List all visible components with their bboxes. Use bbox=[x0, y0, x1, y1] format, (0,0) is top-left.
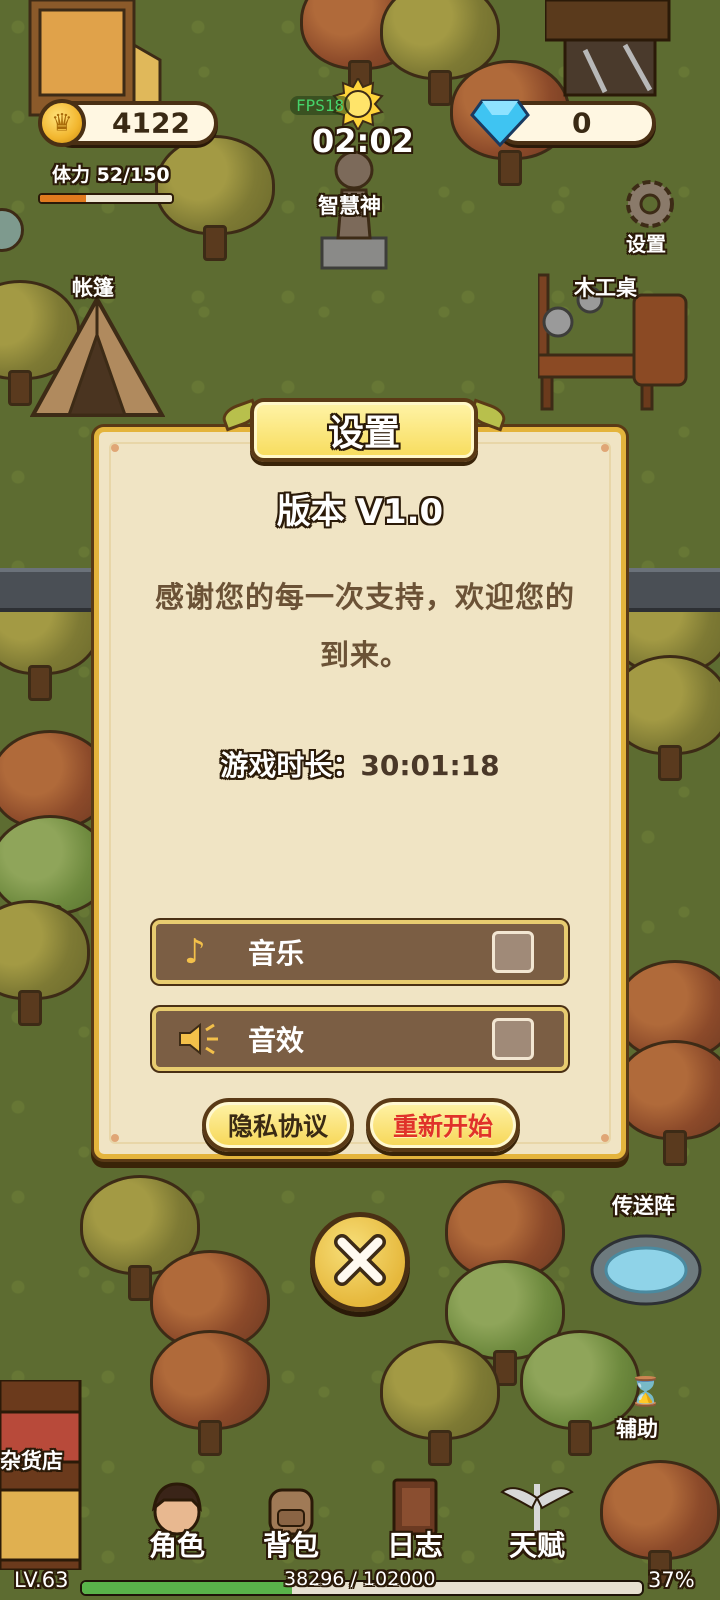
dialog-title-plate: 设置 bbox=[250, 398, 478, 462]
day-timer: 02:02 bbox=[312, 122, 414, 160]
nav-journal-label: 日志 bbox=[386, 1529, 443, 1562]
privacy-policy-label: 隐私协议 bbox=[227, 1112, 328, 1141]
hourglass-icon: ⌛ bbox=[628, 1375, 663, 1408]
corner-dot bbox=[111, 444, 119, 452]
corner-dot bbox=[111, 1134, 119, 1142]
settings-gear-label: 设置 bbox=[626, 232, 666, 256]
thanks-message: 感谢您的每一次支持，欢迎您的到来。 bbox=[154, 580, 575, 672]
restart-label: 重新开始 bbox=[392, 1112, 493, 1141]
level-label: LV.63 bbox=[14, 1568, 69, 1592]
tree bbox=[610, 655, 720, 785]
tent[interactable] bbox=[29, 294, 166, 420]
diamond-icon bbox=[470, 97, 530, 148]
sfx-checkbox[interactable] bbox=[492, 1018, 534, 1060]
version-label: 版本 V1.0 bbox=[276, 492, 444, 532]
stone-wall bbox=[624, 568, 720, 612]
xp-fill bbox=[82, 1582, 292, 1594]
nav-talent[interactable]: 天赋 bbox=[482, 1478, 592, 1568]
xp-section: LV.63 38296 / 102000 37% bbox=[0, 1568, 720, 1600]
playtime: 游戏时长：30:01:18 bbox=[99, 744, 621, 784]
tent-label: 帐篷 bbox=[72, 276, 114, 300]
playtime-value: 30:01:18 bbox=[360, 749, 500, 782]
nav-backpack[interactable]: 背包 bbox=[236, 1478, 346, 1568]
stamina-label: 体力 52/150 bbox=[52, 164, 170, 186]
tree bbox=[380, 1340, 500, 1470]
fps-counter: FPS18 bbox=[290, 96, 351, 115]
corner-dot bbox=[601, 1134, 609, 1142]
corner-dot bbox=[601, 444, 609, 452]
gold-coin-icon bbox=[38, 99, 86, 147]
sfx-row[interactable]: 音效 bbox=[152, 1007, 568, 1071]
shop-label: 杂货店 bbox=[0, 1449, 63, 1473]
settings-gear-button[interactable]: 设置 bbox=[618, 176, 682, 256]
assist-label: 辅助 bbox=[616, 1417, 658, 1441]
tree bbox=[615, 1040, 720, 1170]
music-row[interactable]: ♪ 音乐 bbox=[152, 920, 568, 984]
gold-value: 4122 bbox=[112, 106, 190, 140]
music-checkbox[interactable] bbox=[492, 931, 534, 973]
nav-character-label: 角色 bbox=[148, 1529, 205, 1562]
restart-button[interactable]: 重新开始 bbox=[366, 1098, 520, 1152]
music-note-icon: ♪ bbox=[184, 932, 206, 972]
stone-wall bbox=[0, 568, 96, 612]
gear-icon bbox=[622, 176, 678, 232]
weapon-rack[interactable] bbox=[543, 0, 673, 100]
stamina-fill bbox=[40, 195, 86, 202]
nav-journal[interactable]: 日志 bbox=[360, 1478, 470, 1568]
portal-label: 传送阵 bbox=[612, 1194, 675, 1218]
assist-button[interactable]: ⌛ 辅助 bbox=[612, 1375, 672, 1445]
music-label: 音乐 bbox=[248, 937, 305, 970]
speaker-icon bbox=[178, 1022, 224, 1056]
nav-character[interactable]: 角色 bbox=[122, 1478, 232, 1568]
gem-value: 0 bbox=[572, 106, 592, 140]
xp-progress-text: 38296 / 102000 bbox=[284, 1568, 436, 1590]
playtime-label: 游戏时长： bbox=[220, 749, 361, 782]
shop[interactable] bbox=[0, 1378, 88, 1572]
xp-percent: 37% bbox=[648, 1568, 695, 1592]
statue-label: 智慧神 bbox=[318, 194, 381, 218]
tree bbox=[150, 1330, 270, 1460]
portal[interactable] bbox=[588, 1228, 704, 1308]
close-icon bbox=[332, 1232, 388, 1292]
sfx-label: 音效 bbox=[248, 1024, 305, 1057]
close-dialog-button[interactable] bbox=[310, 1212, 410, 1312]
nav-backpack-label: 背包 bbox=[262, 1529, 319, 1562]
dialog-title: 设置 bbox=[327, 413, 400, 454]
workbench-label: 木工桌 bbox=[574, 276, 637, 300]
tree bbox=[0, 900, 90, 1030]
privacy-policy-button[interactable]: 隐私协议 bbox=[202, 1098, 354, 1152]
stamina-bar bbox=[38, 193, 174, 204]
nav-talent-label: 天赋 bbox=[508, 1529, 565, 1562]
